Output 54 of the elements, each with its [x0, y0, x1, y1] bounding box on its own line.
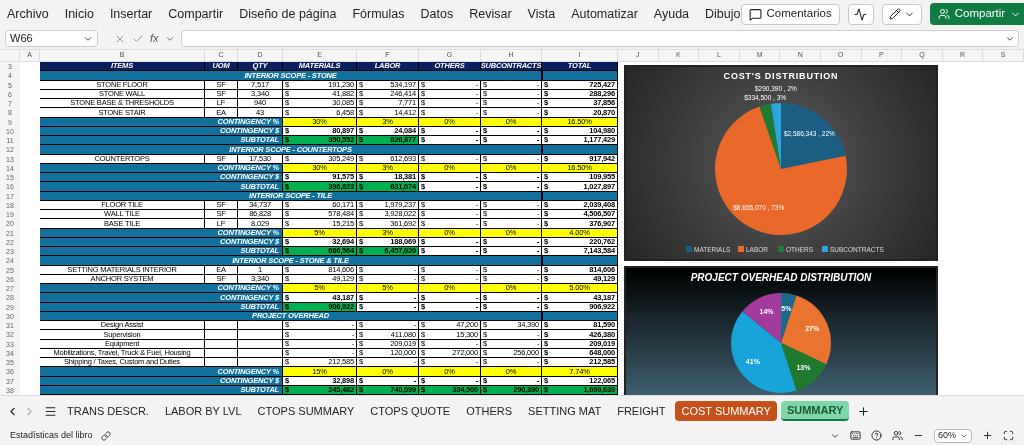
- activity-button[interactable]: [847, 3, 874, 25]
- table-cell: [205, 358, 238, 368]
- sheet-tab[interactable]: LABOR BY LVL: [158, 401, 248, 421]
- menu-item[interactable]: Vista: [527, 4, 556, 24]
- menu-item[interactable]: Fórmulas: [352, 4, 405, 24]
- menu-icon[interactable]: [44, 404, 57, 418]
- add-sheet-icon[interactable]: [857, 404, 871, 418]
- name-box[interactable]: W66: [5, 30, 98, 47]
- pencil-icon: [888, 8, 901, 20]
- help-icon[interactable]: [871, 430, 882, 441]
- sheet-tab[interactable]: OTHERS: [460, 401, 519, 421]
- table-cell: [238, 358, 283, 368]
- sheet-tab[interactable]: TRANS DESCR.: [61, 401, 155, 421]
- chart-title: PROJECT OVERHEAD DISTRIBUTION: [690, 272, 872, 283]
- share-button[interactable]: Compartir: [929, 3, 1024, 25]
- menu-item[interactable]: Automatizar: [571, 4, 638, 24]
- draw-button[interactable]: [881, 3, 922, 25]
- sheet-tab[interactable]: SUMMARY: [780, 401, 850, 421]
- people-icon: [937, 8, 950, 20]
- people-icon[interactable]: [892, 430, 903, 441]
- zoom-in-icon[interactable]: [982, 430, 993, 441]
- menu-item[interactable]: Archivo: [7, 4, 49, 24]
- menu-item[interactable]: Ayuda: [653, 4, 690, 24]
- menu-item[interactable]: Compartir: [168, 4, 224, 24]
- table-cell: [205, 330, 238, 340]
- sheet-tab[interactable]: COST SUMMARY: [675, 401, 777, 421]
- comment-icon: [748, 7, 762, 21]
- formula-field[interactable]: [180, 30, 1019, 47]
- table-cell: [205, 348, 238, 358]
- keyboard-icon[interactable]: [850, 430, 861, 441]
- menu-item[interactable]: Dibujo: [705, 4, 741, 24]
- table-cell: [238, 330, 283, 340]
- table-cell: [238, 339, 283, 349]
- menu-item[interactable]: Insertar: [109, 4, 153, 24]
- fullscreen-icon[interactable]: [1003, 430, 1014, 441]
- menu-item[interactable]: Diseño de página: [239, 4, 337, 24]
- sheet-tab[interactable]: SETTING MAT: [522, 401, 608, 421]
- sheet-tab[interactable]: CTOPS QUOTE: [364, 401, 457, 421]
- table-cell: [205, 321, 238, 331]
- sheet-tab[interactable]: FREIGHT: [611, 401, 672, 421]
- table-cell: [238, 321, 283, 331]
- zoom-dropdown[interactable]: 60%: [934, 428, 972, 443]
- function-button[interactable]: fx: [150, 30, 159, 47]
- menu-item[interactable]: Revisar: [469, 4, 512, 24]
- table-cell: [205, 339, 238, 349]
- link-icon[interactable]: [100, 430, 111, 441]
- table-cell: [238, 348, 283, 358]
- activity-icon: [854, 7, 868, 21]
- sheet-tab[interactable]: CTOPS SUMMARY: [251, 401, 361, 421]
- menu-item[interactable]: Datos: [420, 4, 454, 24]
- chart-title: COST'S DISTRIBUTION: [723, 71, 839, 81]
- comments-button[interactable]: Comentarios: [740, 3, 840, 25]
- menu-item[interactable]: Inicio: [64, 4, 94, 24]
- status-text[interactable]: Estadísticas del libro: [10, 428, 93, 443]
